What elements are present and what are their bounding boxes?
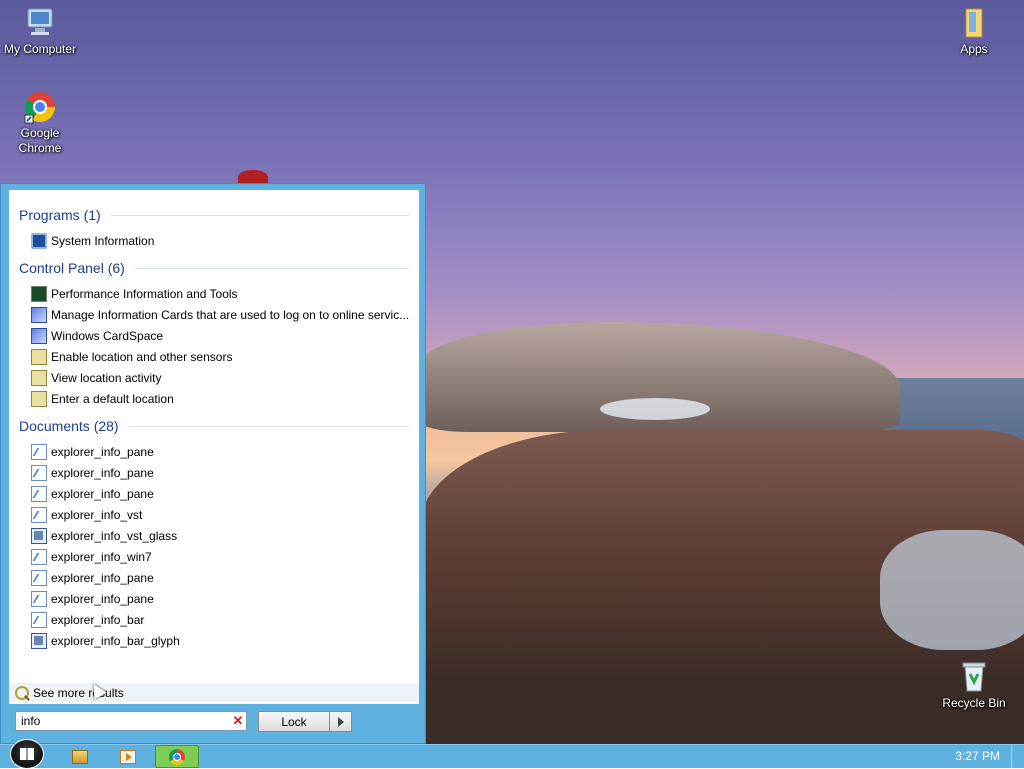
category-divider	[134, 267, 409, 269]
result-label: explorer_info_win7	[51, 550, 152, 564]
result-item[interactable]: explorer_info_pane	[31, 484, 411, 504]
category-title: Documents (28)	[19, 418, 119, 434]
performance-icon	[31, 286, 47, 302]
category-divider	[110, 214, 409, 216]
taskbar-media-player[interactable]	[108, 746, 148, 767]
wallpaper-surf	[600, 398, 710, 420]
result-label: explorer_info_vst_glass	[51, 529, 178, 543]
desktop-icon-apps[interactable]: Apps	[934, 6, 1014, 57]
cardspace-icon	[31, 328, 47, 344]
result-item[interactable]: Performance Information and Tools	[31, 284, 411, 304]
document-icon	[31, 465, 47, 481]
image-document-icon	[31, 528, 47, 544]
category-control-panel: Control Panel (6)	[19, 260, 409, 276]
result-item[interactable]: explorer_info_pane	[31, 568, 411, 588]
result-label: Enter a default location	[51, 392, 174, 406]
result-label: Windows CardSpace	[51, 329, 164, 343]
result-item[interactable]: explorer_info_pane	[31, 442, 411, 462]
desktop-icon-google-chrome[interactable]: Google Chrome	[0, 90, 80, 156]
search-icon	[15, 685, 29, 700]
result-item[interactable]: Enable location and other sensors	[31, 347, 411, 367]
result-item[interactable]: Manage Information Cards that are used t…	[31, 305, 411, 325]
desktop-icon-label: Apps	[960, 42, 988, 56]
system-information-icon	[31, 233, 47, 249]
folder-icon	[957, 6, 991, 40]
desktop-icon-label: My Computer	[3, 42, 77, 56]
see-more-results-link[interactable]: See more results	[9, 683, 419, 702]
taskbar-clock[interactable]: 3:27 PM	[955, 749, 1000, 763]
media-player-icon	[120, 749, 136, 764]
taskbar-windows-explorer[interactable]	[60, 746, 100, 767]
desktop-icon-my-computer[interactable]: My Computer	[0, 6, 80, 57]
search-box[interactable]: ✕	[15, 711, 247, 731]
desktop-icon-label: Recycle Bin	[942, 696, 1006, 710]
taskbar-google-chrome[interactable]	[155, 745, 199, 768]
desktop-icon-label: Google Chrome	[18, 126, 62, 155]
result-label: explorer_info_pane	[51, 466, 154, 480]
start-button[interactable]	[10, 739, 44, 769]
result-label: explorer_info_vst	[51, 508, 143, 522]
location-sensor-icon	[31, 391, 47, 407]
power-options-button[interactable]	[330, 711, 352, 732]
result-item[interactable]: System Information	[31, 231, 411, 251]
information-card-icon	[31, 307, 47, 323]
result-item[interactable]: explorer_info_pane	[31, 589, 411, 609]
location-sensor-icon	[31, 370, 47, 386]
recycle-bin-icon	[957, 660, 991, 694]
result-label: explorer_info_pane	[51, 445, 154, 459]
result-label: explorer_info_pane	[51, 592, 154, 606]
category-documents: Documents (28)	[19, 418, 409, 434]
wallpaper-surf	[880, 530, 1024, 650]
result-item[interactable]: explorer_info_win7	[31, 547, 411, 567]
document-icon	[31, 486, 47, 502]
result-item[interactable]: explorer_info_bar	[31, 610, 411, 630]
chrome-icon	[23, 90, 57, 124]
show-desktop-button[interactable]	[1011, 745, 1024, 768]
result-label: explorer_info_pane	[51, 487, 154, 501]
result-item[interactable]: View location activity	[31, 368, 411, 388]
document-icon	[31, 444, 47, 460]
result-label: View location activity	[51, 371, 162, 385]
windows-logo-icon	[20, 748, 34, 760]
wallpaper-lighthouse	[238, 170, 268, 184]
see-more-label: See more results	[33, 685, 124, 700]
lock-button[interactable]: Lock	[258, 711, 330, 732]
start-menu: Programs (1) System Information Control …	[0, 183, 426, 744]
computer-icon	[23, 6, 57, 40]
result-label: explorer_info_bar	[51, 613, 145, 627]
result-item[interactable]: Enter a default location	[31, 389, 411, 409]
close-icon[interactable]: ✕	[230, 713, 246, 729]
document-icon	[31, 507, 47, 523]
taskbar: 3:27 PM	[0, 739, 1024, 769]
image-document-icon	[31, 633, 47, 649]
category-title: Control Panel (6)	[19, 260, 125, 276]
category-title: Programs (1)	[19, 207, 101, 223]
folder-icon	[72, 749, 88, 764]
result-item[interactable]: explorer_info_vst	[31, 505, 411, 525]
result-item[interactable]: explorer_info_vst_glass	[31, 526, 411, 546]
result-item[interactable]: Windows CardSpace	[31, 326, 411, 346]
document-icon	[31, 591, 47, 607]
category-programs: Programs (1)	[19, 207, 409, 223]
document-icon	[31, 549, 47, 565]
location-sensor-icon	[31, 349, 47, 365]
search-input[interactable]	[21, 714, 230, 728]
category-divider	[128, 425, 409, 427]
result-item[interactable]: explorer_info_bar_glyph	[31, 631, 411, 651]
result-label: Manage Information Cards that are used t…	[51, 308, 410, 322]
result-item[interactable]: explorer_info_pane	[31, 463, 411, 483]
chevron-right-icon	[337, 716, 344, 727]
document-icon	[31, 570, 47, 586]
chrome-icon	[169, 748, 185, 765]
result-label: explorer_info_bar_glyph	[51, 634, 180, 648]
result-label: explorer_info_pane	[51, 571, 154, 585]
desktop-icon-recycle-bin[interactable]: Recycle Bin	[934, 660, 1014, 711]
result-label: Performance Information and Tools	[51, 287, 238, 301]
result-label: System Information	[51, 234, 155, 248]
document-icon	[31, 612, 47, 628]
search-results-panel: Programs (1) System Information Control …	[9, 190, 419, 704]
result-label: Enable location and other sensors	[51, 350, 233, 364]
